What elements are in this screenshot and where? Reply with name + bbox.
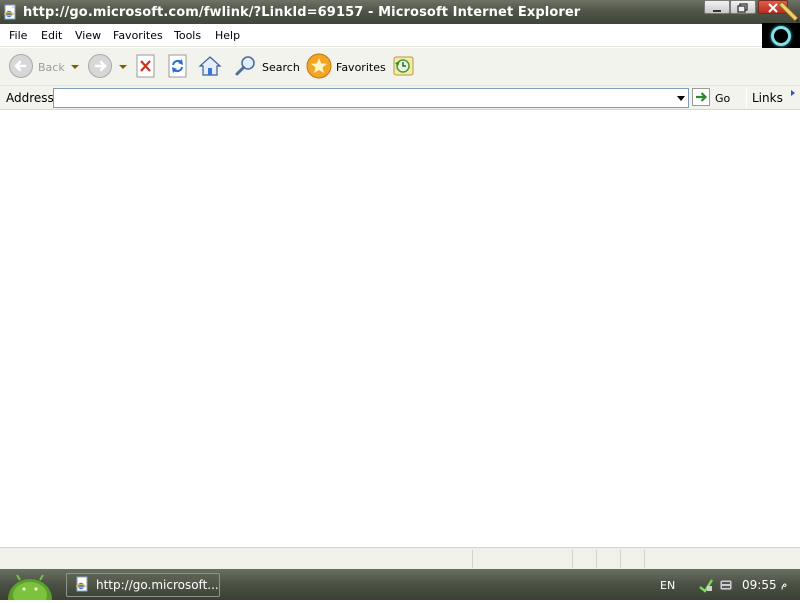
window-title: http://go.microsoft.com/fwlink/?LinkId=6… <box>23 4 581 20</box>
stop-button[interactable] <box>135 53 157 81</box>
menu-edit[interactable]: Edit <box>41 29 62 42</box>
search-button[interactable]: Search <box>234 53 300 81</box>
refresh-button[interactable] <box>167 53 189 81</box>
minimize-button[interactable] <box>704 0 730 14</box>
refresh-icon <box>167 54 189 81</box>
taskbar-ie-window[interactable]: http://go.microsoft... <box>66 573 220 597</box>
language-indicator[interactable]: EN <box>660 579 675 592</box>
back-label: Back <box>38 60 65 74</box>
favorites-label: Favorites <box>336 60 386 74</box>
menu-bar: File Edit View Favorites Tools Help <box>0 24 800 47</box>
address-label: Address <box>6 91 54 105</box>
throbber-ring-icon <box>771 26 791 46</box>
favorites-button[interactable]: Favorites <box>306 53 386 81</box>
menu-favorites[interactable]: Favorites <box>113 29 163 42</box>
go-label: Go <box>715 91 731 105</box>
volume-tray-icon[interactable] <box>718 577 734 593</box>
clock[interactable]: 09:55 <box>742 578 777 592</box>
browser-throbber <box>762 23 800 48</box>
restore-button[interactable] <box>730 0 756 14</box>
ie-page-icon <box>3 4 19 20</box>
taskbar: http://go.microsoft... EN 09:55 م <box>0 569 800 603</box>
page-content-area[interactable] <box>0 110 800 547</box>
clock-am-pm: م <box>781 579 788 590</box>
menu-tools[interactable]: Tools <box>174 29 201 42</box>
history-icon <box>392 54 416 81</box>
status-pane-4 <box>620 550 644 568</box>
back-dropdown-icon[interactable] <box>70 65 79 69</box>
go-button[interactable]: Go <box>692 87 731 109</box>
status-pane-zone <box>644 550 800 568</box>
links-button[interactable]: Links <box>752 91 783 105</box>
links-separator <box>746 88 747 108</box>
address-bar: Address Go Links <box>0 86 800 110</box>
home-button[interactable] <box>198 53 222 81</box>
search-label: Search <box>262 60 300 74</box>
status-pane-2 <box>572 550 596 568</box>
search-magnifier-icon <box>234 54 258 81</box>
back-arrow-icon <box>8 53 34 82</box>
address-field[interactable] <box>53 88 689 108</box>
menu-file[interactable]: File <box>9 29 27 42</box>
favorites-star-icon <box>306 53 332 82</box>
history-button[interactable] <box>392 53 416 81</box>
forward-dropdown-icon[interactable] <box>119 65 127 69</box>
links-chevron-icon[interactable] <box>791 90 795 96</box>
menu-help[interactable]: Help <box>215 29 240 42</box>
start-button[interactable] <box>0 569 58 603</box>
pencil-cursor-icon <box>778 0 800 22</box>
menu-view[interactable]: View <box>75 29 101 42</box>
go-arrow-icon <box>692 87 710 109</box>
taskbar-window-label: http://go.microsoft... <box>96 578 219 592</box>
ie-page-icon <box>75 576 91 595</box>
address-dropdown-icon[interactable] <box>677 96 685 101</box>
status-pane-3 <box>596 550 620 568</box>
back-button[interactable]: Back <box>8 53 79 81</box>
title-bar[interactable]: http://go.microsoft.com/fwlink/?LinkId=6… <box>0 0 800 24</box>
home-icon <box>198 54 222 81</box>
standard-toolbar: Back Search Favorites <box>0 48 800 86</box>
address-input[interactable] <box>54 89 654 107</box>
network-tray-icon[interactable] <box>698 577 714 593</box>
forward-arrow-icon <box>87 53 113 82</box>
stop-icon <box>135 54 157 81</box>
status-pane-1 <box>472 550 572 568</box>
status-bar <box>0 547 800 569</box>
forward-button[interactable] <box>87 53 127 81</box>
